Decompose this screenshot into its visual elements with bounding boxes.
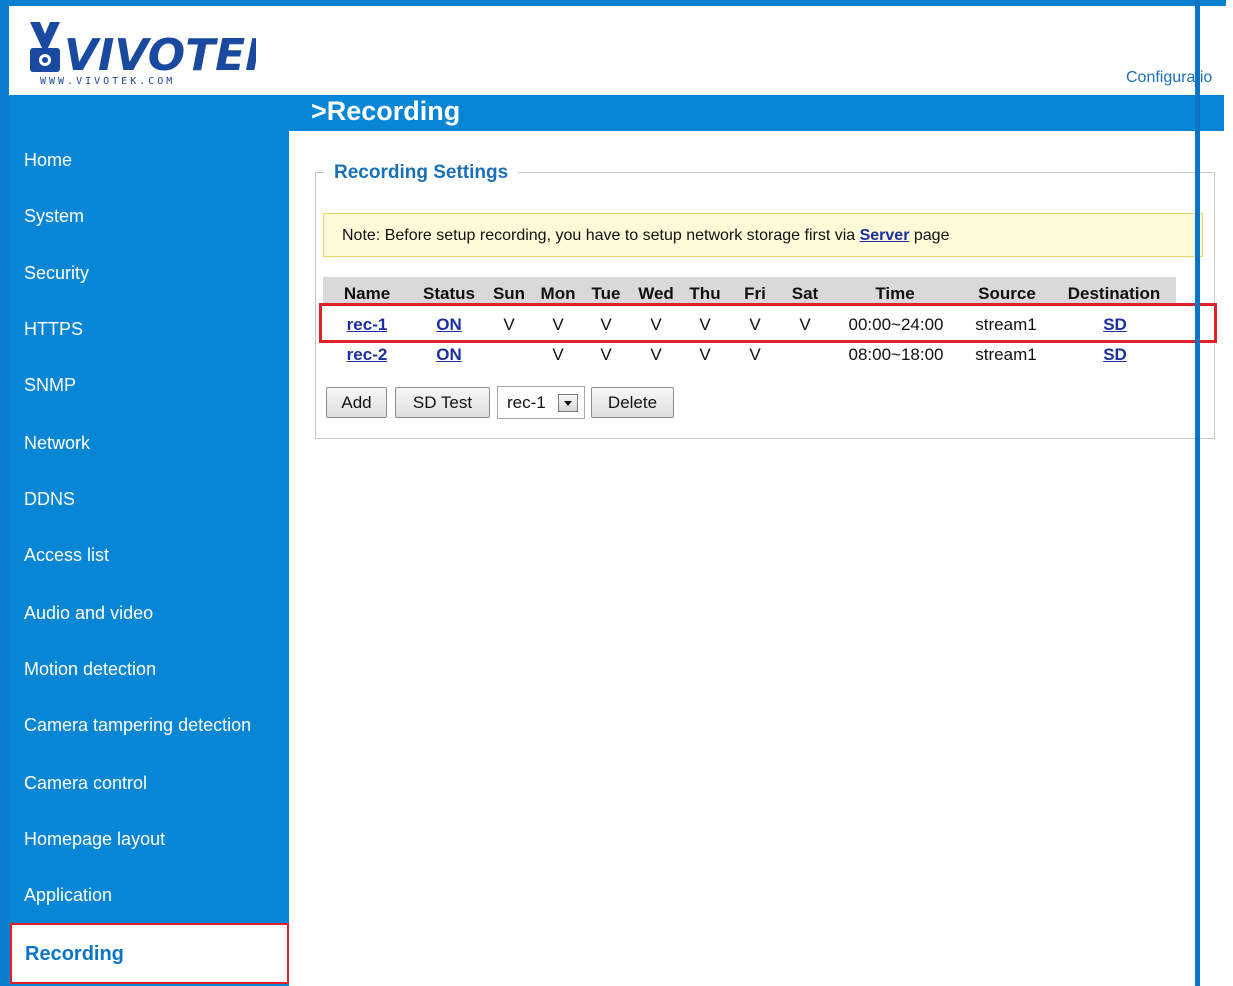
sidebar-item-network[interactable]: Network — [24, 433, 90, 454]
sidebar-item-snmp[interactable]: SNMP — [24, 375, 76, 396]
sidebar-item-homepage-layout[interactable]: Homepage layout — [24, 829, 165, 850]
logo-text: VIVOTEK — [64, 30, 256, 81]
frame-top-border — [0, 0, 1226, 6]
sidebar-item-access-list[interactable]: Access list — [24, 545, 109, 566]
configuration-link[interactable]: Configuratio — [1126, 69, 1224, 87]
vivotek-logo: VIVOTEK WWW.VIVOTEK.COM — [26, 18, 282, 88]
column-header-thu: Thu — [689, 284, 721, 303]
sidebar-item-motion-detection[interactable]: Motion detection — [24, 659, 156, 680]
sidebar-item-audio-and-video[interactable]: Audio and video — [24, 603, 153, 624]
page-title: >Recording — [311, 96, 461, 126]
recording-settings-legend: Recording Settings — [324, 162, 519, 184]
column-header-destination: Destination — [1067, 284, 1161, 303]
sidebar-item-camera-control[interactable]: Camera control — [24, 773, 147, 794]
sidebar-item-recording-label: Recording — [25, 943, 124, 965]
recording-select[interactable]: rec-1 — [497, 386, 585, 419]
sidebar-item-application[interactable]: Application — [24, 885, 112, 906]
rec-2-time: 08:00~18:00 — [848, 345, 944, 364]
sidebar-item-system[interactable]: System — [24, 206, 84, 227]
column-header-time: Time — [875, 284, 915, 303]
rec-1-row-highlight — [319, 303, 1217, 343]
rec-2-destination-link[interactable]: SD — [1103, 345, 1127, 365]
sidebar-item-ddns[interactable]: DDNS — [24, 489, 75, 510]
logo-url-text: WWW.VIVOTEK.COM — [40, 76, 175, 87]
chevron-down-icon[interactable] — [558, 394, 578, 412]
sidebar-item-recording[interactable]: Recording — [10, 923, 289, 984]
note-suffix: page — [909, 227, 950, 244]
column-header-name: Name — [343, 284, 391, 303]
rec-2-mon: V — [552, 345, 564, 364]
rec-2-tue: V — [600, 345, 612, 364]
column-header-wed: Wed — [638, 284, 674, 303]
column-header-status: Status — [423, 284, 475, 303]
rec-2-fri: V — [749, 345, 761, 364]
note-prefix: Note: Before setup recording, you have t… — [342, 227, 860, 244]
storage-note: Note: Before setup recording, you have t… — [323, 213, 1203, 257]
rec-2-name-link[interactable]: rec-2 — [347, 345, 388, 365]
rec-2-wed: V — [650, 345, 662, 364]
sidebar-item-https[interactable]: HTTPS — [24, 319, 83, 340]
column-header-sun: Sun — [492, 284, 526, 303]
add-button[interactable]: Add — [326, 387, 387, 418]
sidebar-item-camera-tampering-detection[interactable]: Camera tampering detection — [24, 715, 251, 736]
frame-right-line — [1195, 0, 1200, 986]
sidebar-item-home[interactable]: Home — [24, 150, 72, 171]
sd-test-button[interactable]: SD Test — [395, 387, 490, 418]
recording-select-value: rec-1 — [507, 393, 546, 412]
column-header-mon: Mon — [540, 284, 576, 303]
delete-button[interactable]: Delete — [591, 387, 674, 418]
column-header-sat: Sat — [791, 284, 819, 303]
rec-2-source: stream1 — [975, 345, 1037, 364]
title-bar: >Recording — [289, 95, 1224, 131]
server-link[interactable]: Server — [860, 227, 910, 244]
frame-left-border — [0, 0, 9, 986]
sidebar: Home System Security HTTPS SNMP Network … — [9, 95, 289, 986]
sidebar-item-security[interactable]: Security — [24, 263, 89, 284]
rec-2-status-link[interactable]: ON — [436, 345, 462, 365]
column-header-tue: Tue — [591, 284, 621, 303]
rec-2-thu: V — [699, 345, 711, 364]
column-header-source: Source — [978, 284, 1036, 303]
column-header-fri: Fri — [744, 284, 766, 303]
